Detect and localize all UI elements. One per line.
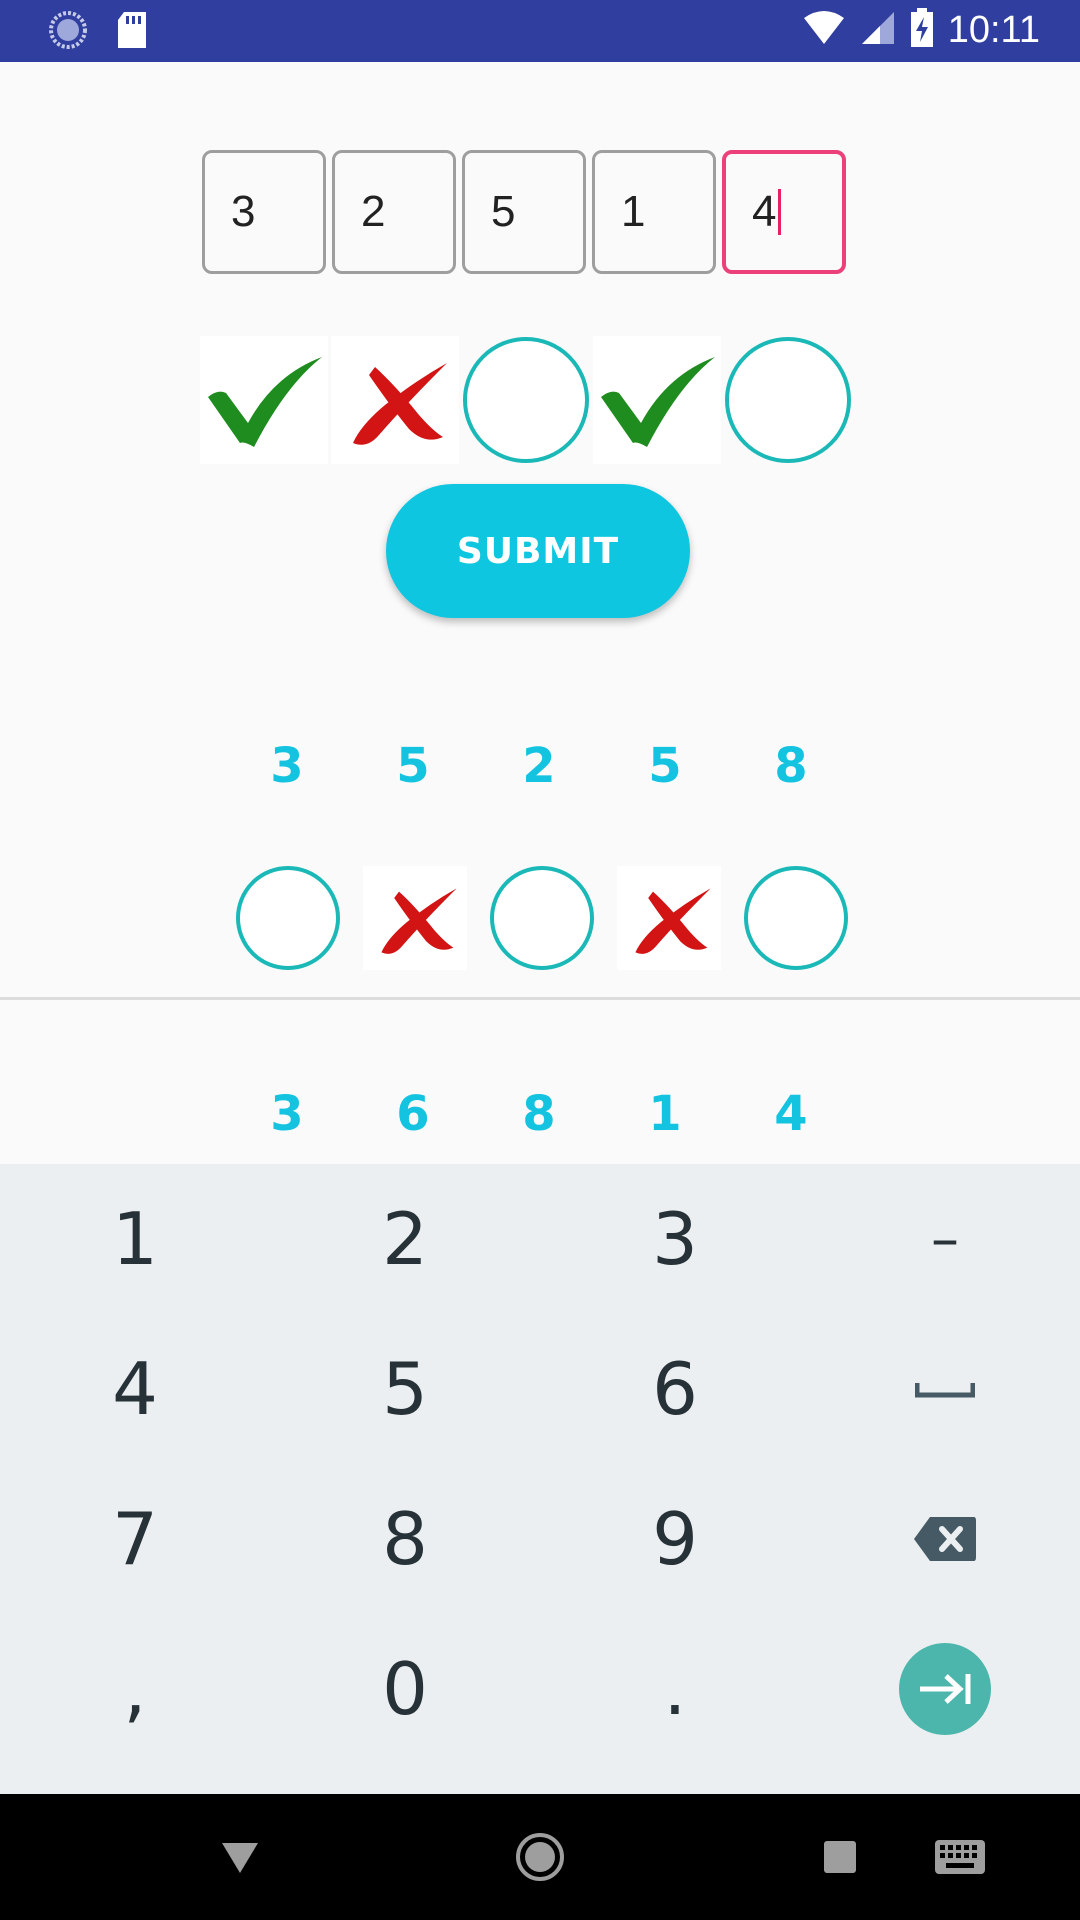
key-comma[interactable]: , xyxy=(0,1614,270,1764)
divider xyxy=(0,997,1080,1000)
recents-icon[interactable] xyxy=(800,1794,880,1920)
key-3[interactable]: 3 xyxy=(540,1164,810,1314)
check-icon xyxy=(200,336,328,464)
check-icon xyxy=(593,336,721,464)
home-icon[interactable] xyxy=(500,1794,580,1920)
signal-icon xyxy=(860,10,896,50)
backspace-icon xyxy=(914,1517,976,1561)
circle-icon xyxy=(744,866,848,970)
guess-digit: 3 xyxy=(270,1086,304,1142)
guess-1-digits: 3 5 2 5 8 xyxy=(224,738,854,794)
tab-next-icon xyxy=(920,1674,971,1704)
key-1[interactable]: 1 xyxy=(0,1164,270,1314)
key-6[interactable]: 6 xyxy=(540,1314,810,1464)
digit-input-4[interactable]: 1 xyxy=(592,150,716,274)
battery-charging-icon xyxy=(910,8,934,52)
key-dash[interactable]: – xyxy=(810,1164,1080,1314)
wifi-icon xyxy=(802,10,846,50)
key-7[interactable]: 7 xyxy=(0,1464,270,1614)
guess-digit: 2 xyxy=(522,738,556,794)
guess-digit: 1 xyxy=(648,1086,682,1142)
guess-digit: 3 xyxy=(270,738,304,794)
key-period[interactable]: . xyxy=(540,1614,810,1764)
cross-icon xyxy=(617,866,721,970)
back-icon[interactable] xyxy=(200,1794,280,1920)
digit-input-1[interactable]: 3 xyxy=(202,150,326,274)
circle-icon xyxy=(724,336,852,464)
guess-digit: 8 xyxy=(522,1086,556,1142)
clock: 10:11 xyxy=(947,8,1040,51)
sd-card-icon xyxy=(116,10,148,54)
guess-2-digits: 3 6 8 1 4 xyxy=(224,1086,854,1142)
guess-1-results xyxy=(236,866,848,970)
circle-icon xyxy=(236,866,340,970)
next-field-button[interactable] xyxy=(899,1643,991,1735)
key-9[interactable]: 9 xyxy=(540,1464,810,1614)
text-cursor xyxy=(778,189,782,235)
digit-input-2[interactable]: 2 xyxy=(332,150,456,274)
status-bar: 10:11 xyxy=(0,0,1080,62)
guess-digit: 4 xyxy=(774,1086,808,1142)
space-key[interactable] xyxy=(810,1314,1080,1464)
cross-icon xyxy=(363,866,467,970)
guess-digit: 5 xyxy=(648,738,682,794)
cross-icon xyxy=(331,336,459,464)
guess-digit: 5 xyxy=(396,738,430,794)
backspace-key[interactable] xyxy=(810,1464,1080,1614)
keyboard-icon[interactable] xyxy=(920,1794,1000,1920)
key-8[interactable]: 8 xyxy=(270,1464,540,1614)
numeric-keyboard: 1 2 3 – 4 5 6 7 8 9 , 0 . xyxy=(0,1164,1080,1794)
space-icon xyxy=(915,1383,975,1398)
digit-inputs: 3 2 5 1 4 xyxy=(202,150,846,274)
guess-digit: 6 xyxy=(396,1086,430,1142)
circle-icon xyxy=(462,336,590,464)
key-4[interactable]: 4 xyxy=(0,1314,270,1464)
submit-button[interactable]: SUBMIT xyxy=(386,484,690,618)
guess-digit: 8 xyxy=(774,738,808,794)
navigation-bar xyxy=(0,1794,1080,1920)
digit-input-3[interactable]: 5 xyxy=(462,150,586,274)
result-row-current xyxy=(200,336,852,464)
next-key[interactable] xyxy=(810,1614,1080,1764)
key-0[interactable]: 0 xyxy=(270,1614,540,1764)
digit-input-5[interactable]: 4 xyxy=(722,150,846,274)
key-5[interactable]: 5 xyxy=(270,1314,540,1464)
sync-icon xyxy=(48,10,88,54)
key-2[interactable]: 2 xyxy=(270,1164,540,1314)
circle-icon xyxy=(490,866,594,970)
